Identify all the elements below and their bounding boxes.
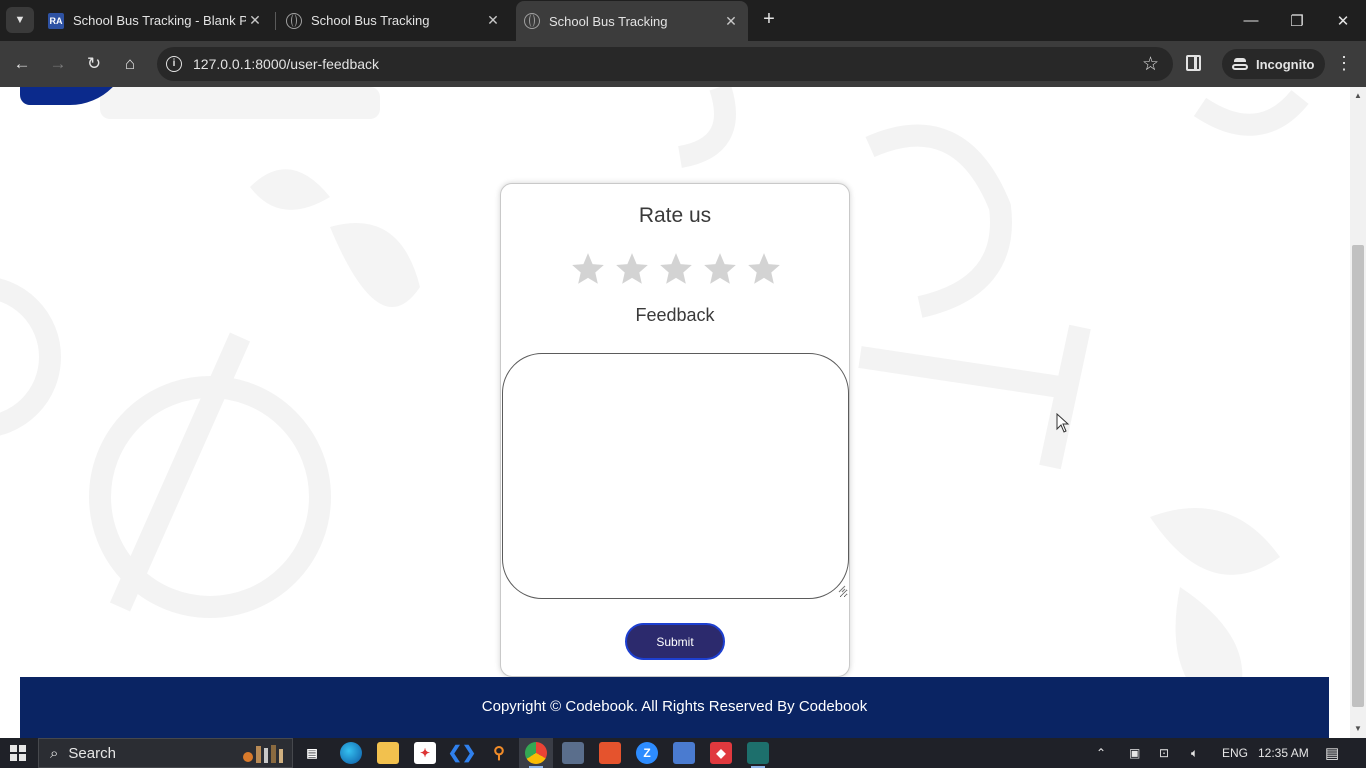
rating-star-4-icon[interactable] (701, 250, 739, 288)
browser-toolbar: ← → ↻ ⌂ i 127.0.0.1:8000/user-feedback ☆… (0, 41, 1366, 87)
site-info-icon[interactable]: i (166, 56, 182, 72)
chrome-icon[interactable] (525, 742, 547, 768)
tab-separator (275, 12, 276, 30)
clock-time[interactable]: 12:35 AM (1258, 738, 1309, 768)
side-panel-icon[interactable] (1186, 55, 1201, 71)
language-indicator[interactable]: ENG (1222, 738, 1248, 768)
scrollbar-thumb[interactable] (1352, 245, 1364, 707)
search-placeholder: Search (68, 744, 116, 762)
tab-search-button[interactable]: ▼ (6, 7, 34, 33)
url-text[interactable]: 127.0.0.1:8000/user-feedback (193, 56, 379, 72)
network-icon[interactable]: ⊡ (1159, 738, 1169, 768)
brave-browser-icon[interactable] (599, 742, 621, 764)
tray-overflow-icon[interactable]: ⌃ (1096, 738, 1106, 768)
feedback-card: Rate us Feedback Submit (500, 183, 850, 677)
incognito-label: Incognito (1256, 56, 1315, 72)
browser-tab-2[interactable]: School Bus Tracking ✕ (278, 0, 510, 41)
page-scrollbar[interactable]: ▲ ▼ (1350, 87, 1366, 738)
remote-desktop-icon[interactable] (562, 742, 584, 764)
windows-start-icon[interactable] (10, 745, 26, 761)
windows-taskbar: ⌕ Search ▤ ✦ ❮❯ ⚲ Z ◆ ⌃ ▣ ⊡ 🔈︎ ENG 12:35… (0, 738, 1366, 768)
incognito-indicator[interactable]: Incognito (1222, 49, 1325, 79)
rate-us-heading: Rate us (638, 204, 712, 227)
page-footer: Copyright © Codebook. All Rights Reserve… (20, 677, 1329, 738)
anydesk-icon[interactable]: ◆ (710, 742, 732, 764)
rating-star-3-icon[interactable] (657, 250, 695, 288)
browser-tab-3-active[interactable]: School Bus Tracking ✕ (516, 1, 748, 41)
scroll-up-arrow-icon[interactable]: ▲ (1354, 91, 1362, 100)
home-button[interactable]: ⌂ (116, 50, 144, 78)
taskbar-search-box[interactable]: ⌕ Search (38, 738, 293, 768)
ra-favicon-icon: RA (48, 12, 64, 29)
rating-star-5-icon[interactable] (745, 250, 783, 288)
monitor-app-icon[interactable] (673, 742, 695, 764)
scroll-down-arrow-icon[interactable]: ▼ (1354, 724, 1362, 733)
edge-browser-icon[interactable] (340, 742, 362, 764)
bookmark-star-icon[interactable]: ☆ (1142, 53, 1159, 76)
search-highlight-tools-icon (243, 745, 283, 763)
copyright-text: Copyright © Codebook. All Rights Reserve… (481, 698, 868, 715)
mouse-cursor-icon (1056, 413, 1070, 433)
volume-icon[interactable]: 🔈︎ (1191, 738, 1198, 768)
tab-title: School Bus Tracking (549, 13, 668, 29)
browser-tab-1[interactable]: RA School Bus Tracking - Blank Pa ✕ (40, 0, 272, 41)
close-tab-icon[interactable]: ✕ (484, 12, 502, 29)
close-tab-icon[interactable]: ✕ (246, 12, 264, 29)
close-window-button[interactable]: ✕ (1320, 0, 1366, 41)
terminal-app-icon[interactable] (747, 742, 769, 768)
new-tab-button[interactable]: + (758, 8, 780, 32)
back-button[interactable]: ← (8, 50, 36, 78)
forward-button[interactable]: → (44, 50, 72, 78)
rating-star-2-icon[interactable] (613, 250, 651, 288)
feedback-label: Feedback (635, 305, 715, 325)
close-tab-icon[interactable]: ✕ (722, 13, 740, 30)
vscode-icon[interactable]: ❮❯ (448, 742, 477, 764)
star-rating (569, 250, 783, 288)
tab-title: School Bus Tracking (311, 13, 430, 28)
notifications-icon[interactable]: ▤ (1325, 738, 1339, 768)
address-bar[interactable]: i 127.0.0.1:8000/user-feedback ☆ (157, 47, 1173, 81)
search-tool-icon[interactable]: ⚲ (488, 742, 510, 764)
rating-star-1-icon[interactable] (569, 250, 607, 288)
page-viewport: Rate us Feedback Submit Copyright © Code… (0, 87, 1350, 738)
reload-button[interactable]: ↻ (80, 50, 108, 78)
zoom-app-icon[interactable]: Z (636, 742, 658, 764)
submit-button[interactable]: Submit (625, 623, 725, 660)
file-explorer-icon[interactable] (377, 742, 399, 764)
tray-meet-icon[interactable]: ▣ (1129, 738, 1140, 768)
incognito-icon (1232, 58, 1248, 70)
restore-button[interactable]: ❐ (1274, 0, 1320, 41)
tab-title: School Bus Tracking - Blank Pa (73, 13, 246, 28)
minimize-button[interactable]: — (1228, 0, 1274, 41)
globe-icon (524, 13, 540, 29)
task-view-icon[interactable]: ▤ (301, 742, 323, 764)
browser-tabstrip: ▼ RA School Bus Tracking - Blank Pa ✕ Sc… (0, 0, 1366, 41)
search-icon: ⌕ (50, 744, 59, 762)
globe-icon (286, 12, 302, 29)
feedback-textarea[interactable] (502, 353, 849, 599)
red-app-icon[interactable]: ✦ (414, 742, 436, 764)
browser-menu-icon[interactable]: ⋮ (1333, 53, 1355, 75)
